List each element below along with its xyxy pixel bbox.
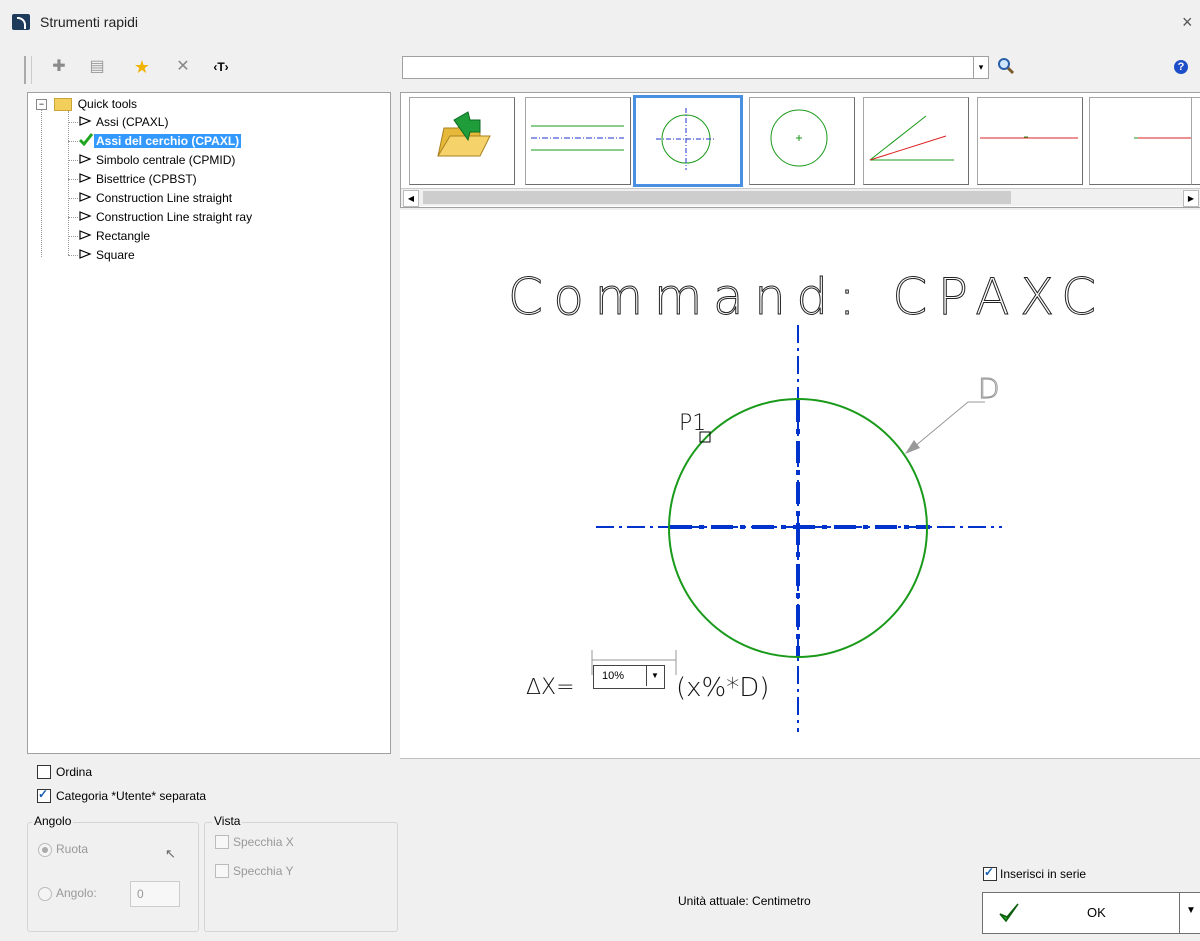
tree-item-label: Rectangle (96, 229, 151, 243)
arrow-icon (78, 114, 94, 132)
arrow-icon (78, 247, 94, 265)
point-label: P1 (679, 411, 706, 436)
tree-item-label: Assi (CPAXL) (96, 115, 169, 129)
tree-item[interactable]: Construction Line straight ray (78, 208, 254, 226)
angolo-label: Angolo: (56, 886, 97, 900)
tree-item[interactable]: Assi (CPAXL) (78, 113, 170, 131)
angolo-radio[interactable] (38, 887, 52, 901)
tree-item-label: Square (96, 248, 135, 262)
tree-item[interactable]: Simbolo centrale (CPMID) (78, 151, 237, 169)
ordina-checkbox[interactable] (37, 765, 51, 779)
thumbnail-circle-axes[interactable] (633, 95, 743, 187)
angolo-title: Angolo (32, 814, 74, 828)
unit-status: Unità attuale: Centimetro (678, 894, 811, 908)
toolbar-grip-icon[interactable] (24, 56, 32, 84)
open-folder-icon (437, 111, 491, 157)
arrow-icon (78, 171, 94, 189)
specchia-x-checkbox[interactable] (215, 835, 229, 849)
specchia-x-label: Specchia X (233, 835, 294, 849)
tree-item[interactable]: Assi del cerchio (CPAXL) (78, 132, 242, 151)
checkmark-icon (999, 903, 1019, 923)
chevron-down-icon[interactable]: ▼ (646, 666, 663, 686)
delete-icon[interactable]: ✕ (172, 56, 194, 78)
arrow-icon (78, 228, 94, 246)
formula-text: (x%*D) (676, 673, 769, 703)
tree-item[interactable]: Construction Line straight (78, 189, 234, 207)
mouse-cursor-icon: ↖ (165, 846, 176, 861)
percent-combo[interactable]: 10% ▼ (593, 665, 665, 689)
percent-value: 10% (602, 670, 625, 682)
diameter-label: D (978, 372, 1000, 405)
star-icon[interactable]: ★ (131, 56, 153, 78)
title-bar: Strumenti rapidi × (0, 0, 1200, 40)
tree-item[interactable]: Square (78, 246, 137, 264)
thumbnail-construction-ray[interactable] (1089, 97, 1195, 185)
tree-item[interactable]: Rectangle (78, 227, 152, 245)
angolo-group (27, 822, 199, 932)
add-icon[interactable]: ✚ (48, 56, 70, 78)
tree-root-label: Quick tools (77, 97, 138, 111)
angolo-input[interactable]: 0 (130, 881, 180, 907)
tree-item[interactable]: Bisettrice (CPBST) (78, 170, 199, 188)
check-icon (78, 132, 94, 151)
delta-label: ∆X= (526, 675, 575, 700)
close-button[interactable]: × (1182, 12, 1193, 33)
thumbnail-partial[interactable] (1191, 97, 1200, 185)
thumbnail-center-mark[interactable] (749, 97, 855, 185)
collapse-icon[interactable]: − (36, 99, 47, 111)
properties-icon[interactable]: ▤ (86, 56, 108, 78)
quick-tools-tree[interactable]: − Quick tools Assi (CPAXL) Assi del cerch… (27, 92, 391, 754)
thumbnail-scrollbar[interactable]: ◀ ▶ (401, 188, 1200, 207)
window-title: Strumenti rapidi (40, 14, 139, 30)
thumbnail-strip[interactable]: ◀ ▶ (400, 92, 1200, 208)
app-icon (12, 14, 30, 30)
ruota-label: Ruota (56, 842, 89, 856)
tree-item-label: Assi del cerchio (CPAXL) (94, 134, 242, 148)
thumbnail-axes[interactable] (525, 97, 631, 185)
search-icon[interactable] (996, 56, 1016, 76)
search-combo[interactable]: ▾ (402, 56, 989, 79)
arrow-icon (78, 209, 94, 227)
angolo-value: 0 (137, 887, 144, 901)
thumbnail-construction-line[interactable] (977, 97, 1083, 185)
tree-root[interactable]: − Quick tools (36, 95, 139, 113)
toolbar: ✚ ▤ ★ ✕ ‹T› (24, 56, 264, 84)
scroll-thumb[interactable] (423, 191, 1011, 204)
text-icon[interactable]: ‹T› (210, 56, 232, 78)
ruota-radio[interactable] (38, 843, 52, 857)
vista-title: Vista (212, 814, 243, 828)
specchia-y-label: Specchia Y (233, 864, 294, 878)
arrow-icon (78, 152, 94, 170)
tree-item-label: Simbolo centrale (CPMID) (96, 153, 236, 167)
preview-canvas: Command: CPAXC P1 D ∆X= (x%*D) (400, 210, 1200, 759)
inserisci-label: Inserisci in serie (1000, 867, 1087, 881)
ordina-label: Ordina (56, 765, 93, 779)
thumbnail-open-folder[interactable] (409, 97, 515, 185)
help-icon[interactable]: ? (1174, 60, 1188, 74)
specchia-y-checkbox[interactable] (215, 864, 229, 878)
chevron-down-icon[interactable]: ▾ (973, 57, 988, 78)
tree-item-label: Construction Line straight (96, 191, 233, 205)
inserisci-checkbox[interactable] (983, 865, 997, 881)
ok-label: OK (1087, 905, 1106, 920)
arrow-icon (78, 190, 94, 208)
thumbnail-bisector[interactable] (863, 97, 969, 185)
tree-item-label: Construction Line straight ray (96, 210, 253, 224)
ok-button[interactable]: OK ▼ (982, 892, 1200, 934)
tree-item-label: Bisettrice (CPBST) (96, 172, 197, 186)
categoria-label: Categoria *Utente* separata (56, 789, 207, 803)
categoria-checkbox[interactable] (37, 787, 51, 803)
folder-icon (54, 98, 73, 112)
chevron-down-icon[interactable]: ▼ (1186, 905, 1196, 916)
scroll-right-icon[interactable]: ▶ (1183, 190, 1199, 207)
scroll-left-icon[interactable]: ◀ (403, 190, 419, 207)
command-text: Command: CPAXC (508, 268, 1096, 326)
